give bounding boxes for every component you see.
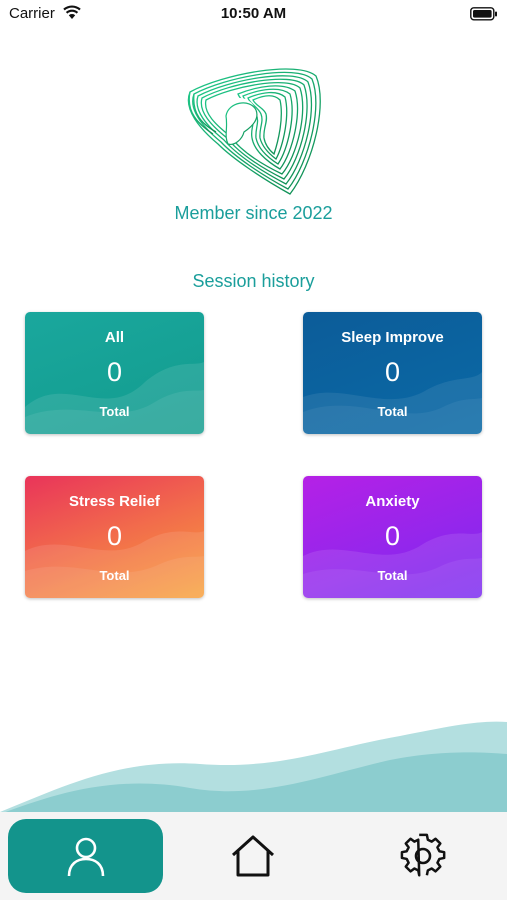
gear-icon	[400, 833, 446, 877]
app-logo	[187, 68, 321, 195]
card-total-label: Total	[99, 404, 130, 419]
bottom-wave-decoration	[0, 721, 507, 814]
user-icon	[67, 837, 104, 877]
card-total-label: Total	[99, 568, 130, 583]
card-count: 0	[384, 357, 401, 387]
battery-icon	[470, 7, 497, 21]
card-count: 0	[106, 521, 123, 551]
session-card-anxiety[interactable]: Anxiety 0 Total	[303, 476, 482, 598]
card-title: All	[104, 329, 125, 346]
card-count: 0	[384, 521, 401, 551]
card-title: Stress Relief	[69, 493, 160, 510]
card-count: 0	[106, 357, 123, 387]
session-card-stress-relief[interactable]: Stress Relief 0 Total	[25, 476, 204, 598]
session-card-all[interactable]: All 0 Total	[25, 312, 204, 434]
tab-bar	[0, 812, 507, 900]
session-card-sleep-improve[interactable]: Sleep Improve 0 Total	[303, 312, 482, 434]
card-total-label: Total	[377, 404, 408, 419]
member-since-text: Member since 2022	[174, 203, 333, 223]
card-total-label: Total	[377, 568, 408, 583]
status-bar: Carrier 10:50 AM	[0, 0, 507, 28]
tab-profile[interactable]	[8, 819, 163, 893]
tab-home[interactable]	[212, 819, 294, 893]
home-icon	[231, 835, 275, 877]
card-title: Sleep Improve	[341, 329, 444, 346]
card-title: Anxiety	[365, 493, 420, 510]
session-history-title: Session history	[192, 271, 315, 291]
clock: 10:50 AM	[220, 5, 287, 22]
tab-settings[interactable]	[382, 819, 464, 893]
